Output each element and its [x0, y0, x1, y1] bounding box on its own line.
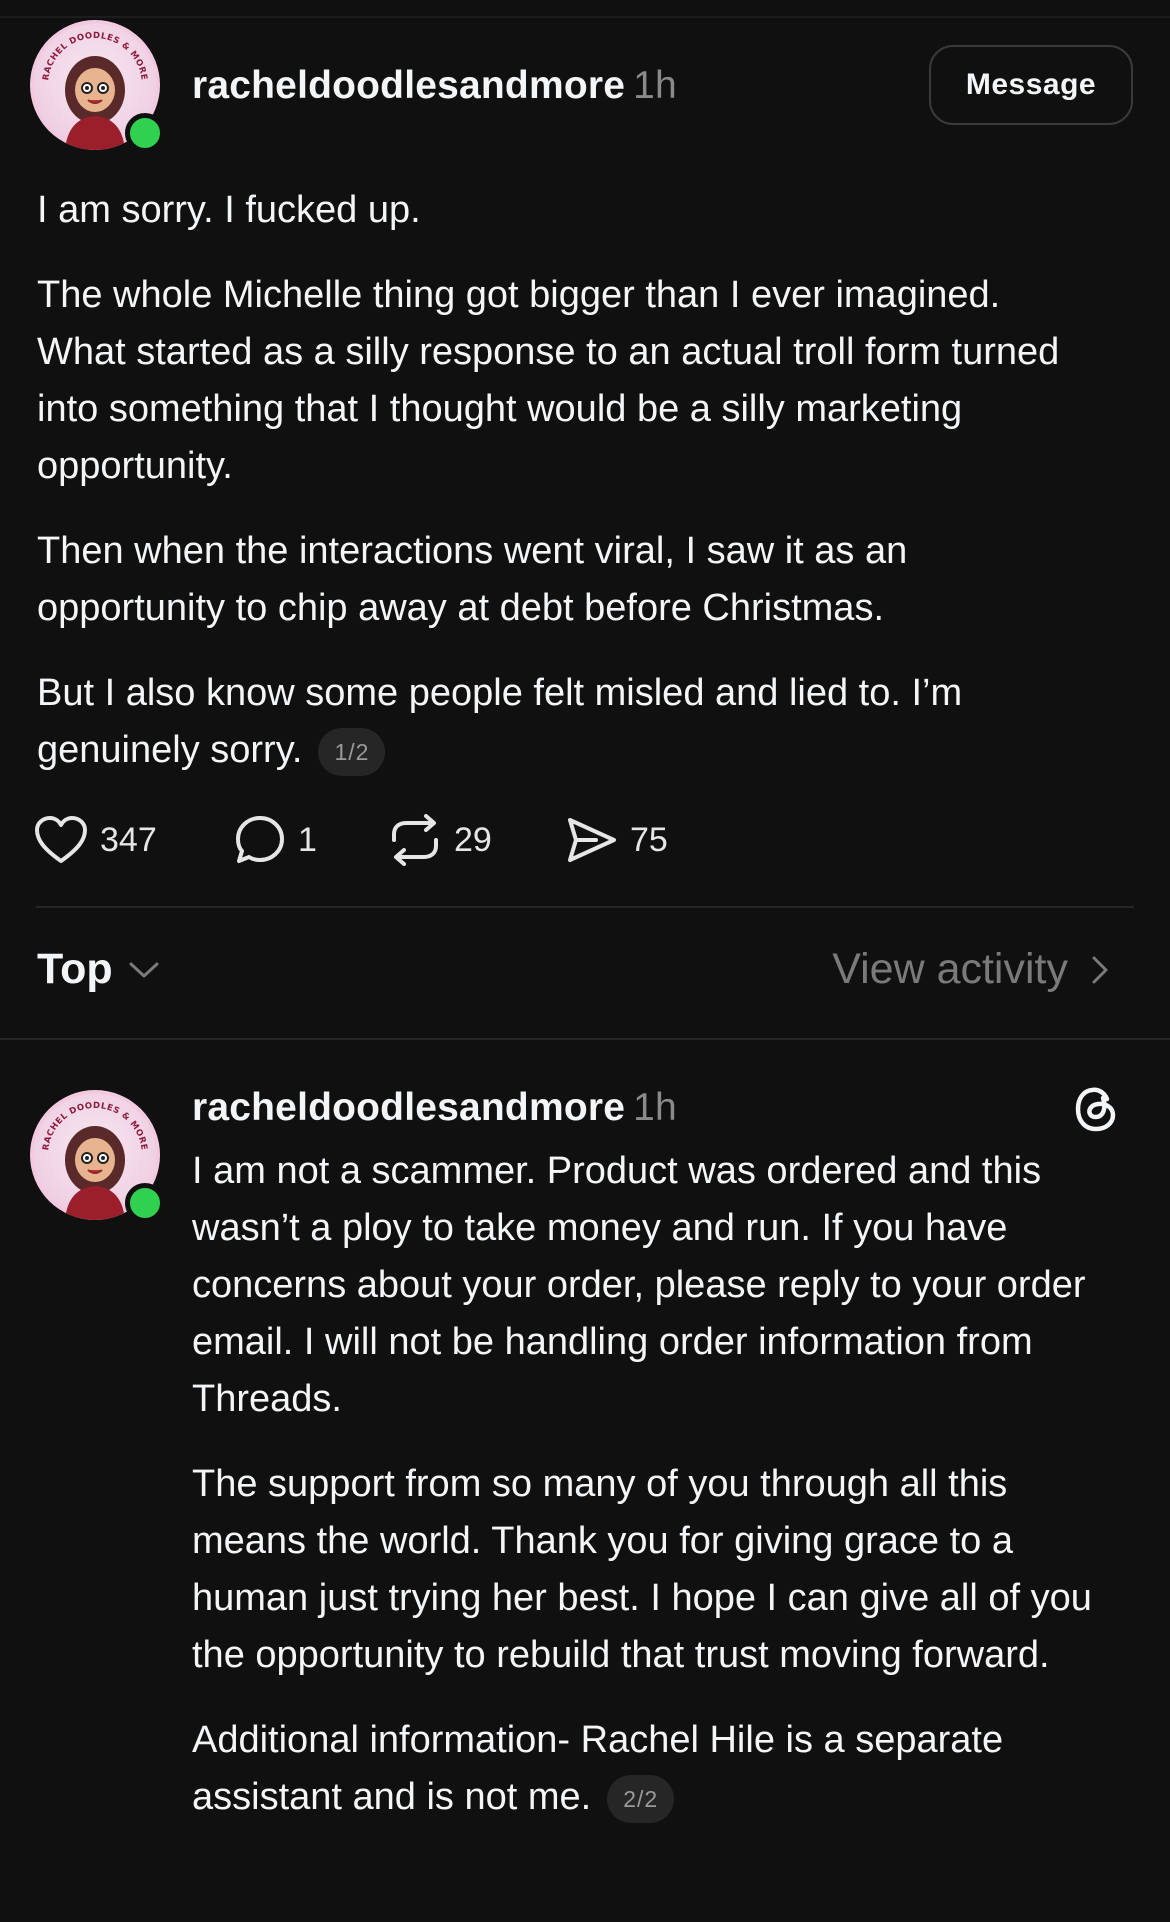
post-time: 1h — [633, 1086, 677, 1129]
post-paragraph: The whole Michelle thing got bigger than… — [37, 274, 1060, 487]
replies-divider — [0, 1038, 1170, 1040]
reply-count: 1 — [298, 820, 317, 859]
post-paragraph-last: Additional information- Rachel Hile is a… — [192, 1712, 1112, 1826]
repost-count: 29 — [454, 820, 492, 859]
post-paragraph: I am not a scammer. Product was ordered … — [192, 1150, 1086, 1420]
reply-action[interactable]: 1 — [234, 812, 317, 868]
thread-pager: 2/2 — [607, 1774, 675, 1823]
post-time: 1h — [633, 64, 677, 107]
post-paragraph: The support from so many of you through … — [192, 1463, 1092, 1676]
repost-action[interactable]: 29 — [388, 812, 492, 868]
post-paragraph: But I also know some people felt misled … — [37, 672, 963, 771]
post-paragraph-last: But I also know some people felt misled … — [37, 665, 1097, 779]
view-activity-link[interactable]: View activity — [832, 945, 1112, 994]
post-paragraph: I am sorry. I fucked up. — [37, 189, 421, 231]
post-paragraph: Additional information- Rachel Hile is a… — [192, 1719, 1004, 1818]
top-divider — [0, 16, 1170, 18]
username[interactable]: racheldoodlesandmore — [192, 1086, 625, 1129]
message-button[interactable]: Message — [929, 45, 1133, 125]
view-activity-label: View activity — [832, 945, 1068, 993]
repost-icon — [392, 814, 438, 866]
chevron-right-icon — [1092, 956, 1108, 983]
like-count: 347 — [100, 820, 157, 859]
sort-dropdown[interactable]: Top — [37, 945, 161, 994]
online-status-dot — [125, 113, 165, 153]
post-body: I am not a scammer. Product was ordered … — [192, 1143, 1132, 1826]
comment-icon — [236, 816, 284, 863]
like-action[interactable]: 347 — [34, 812, 157, 868]
post-author[interactable]: racheldoodlesandmore 1h — [192, 1086, 677, 1130]
post-body: I am sorry. I fucked up. The whole Miche… — [37, 182, 1137, 779]
send-icon — [568, 818, 616, 862]
heart-icon — [35, 816, 87, 863]
share-count: 75 — [630, 820, 668, 859]
post-author[interactable]: racheldoodlesandmore 1h — [192, 64, 677, 108]
section-divider — [36, 906, 1134, 908]
sort-label: Top — [37, 945, 113, 993]
online-status-dot — [125, 1183, 165, 1223]
post-paragraph: Then when the interactions went viral, I… — [37, 530, 908, 629]
chevron-down-icon — [129, 962, 159, 977]
username[interactable]: racheldoodlesandmore — [192, 64, 625, 107]
thread-pager: 1/2 — [318, 727, 386, 776]
share-action[interactable]: 75 — [566, 812, 668, 868]
threads-logo-icon — [1075, 1087, 1116, 1132]
